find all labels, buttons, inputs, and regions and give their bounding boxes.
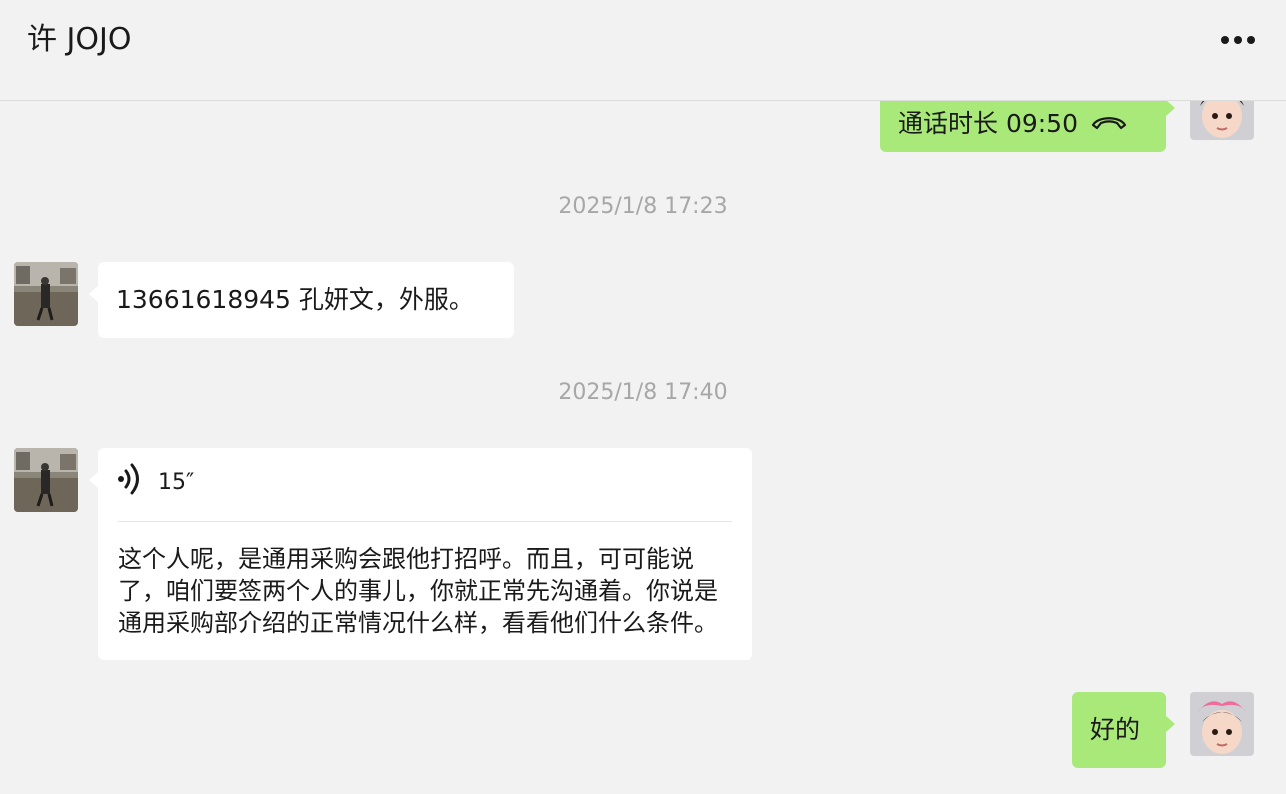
contact-avatar[interactable] — [14, 448, 78, 512]
bubble-tail — [89, 472, 98, 488]
more-horizontal-icon — [1221, 36, 1229, 44]
my-avatar[interactable] — [1190, 692, 1254, 756]
voice-play-control[interactable]: 15″ — [116, 463, 195, 500]
call-duration-text: 通话时长 09:50 — [898, 109, 1078, 138]
more-options-button[interactable] — [1210, 26, 1266, 54]
chat-title: 许 JOJO — [27, 22, 132, 57]
message-text: 好的 — [1090, 715, 1141, 744]
sent-text-bubble[interactable]: 好的 — [1072, 692, 1166, 768]
message-timestamp: 2025/1/8 17:23 — [558, 194, 728, 219]
more-horizontal-icon — [1234, 36, 1242, 44]
bubble-tail — [89, 286, 98, 302]
chat-header: 许 JOJO — [0, 0, 1286, 101]
contact-avatar[interactable] — [14, 262, 78, 326]
voice-duration: 15″ — [158, 470, 195, 495]
voice-wave-icon — [116, 462, 144, 505]
received-text-bubble[interactable]: 13661618945 孔妍文，外服。 — [98, 262, 514, 338]
bubble-tail — [1166, 100, 1175, 116]
more-horizontal-icon — [1247, 36, 1255, 44]
message-text: 13661618945 孔妍文，外服。 — [116, 285, 474, 314]
chat-area: 通话时长 09:50 2025/1/8 17:23 13661618945 孔妍… — [0, 0, 1286, 794]
phone-hangup-icon — [1090, 107, 1128, 141]
voice-transcript: 这个人呢，是通用采购会跟他打招呼。而且，可可能说了，咱们要签两个人的事儿，你就正… — [118, 545, 718, 637]
divider — [118, 521, 732, 522]
message-timestamp: 2025/1/8 17:40 — [558, 380, 728, 405]
bubble-tail — [1166, 716, 1175, 732]
voice-message-bubble[interactable]: 15″ 这个人呢，是通用采购会跟他打招呼。而且，可可能说了，咱们要签两个人的事儿… — [98, 448, 752, 660]
